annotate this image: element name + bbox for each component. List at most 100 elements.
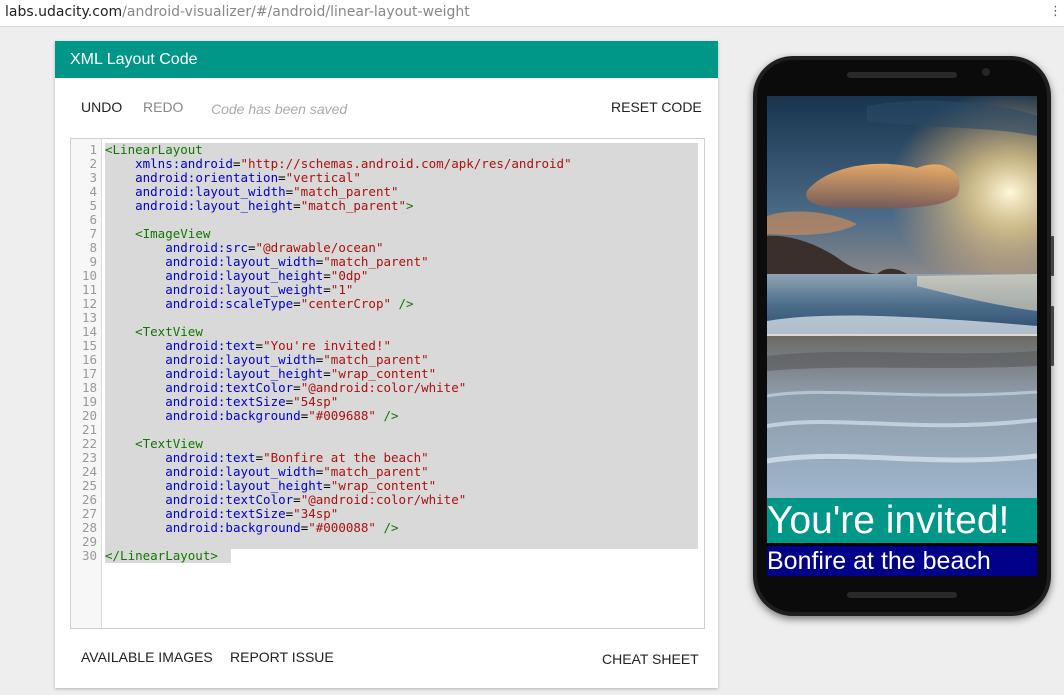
report-issue-button[interactable]: REPORT ISSUE	[230, 648, 334, 666]
code-token: =	[248, 240, 256, 255]
code-token: =	[293, 380, 301, 395]
code-token: android:text	[165, 338, 256, 353]
code-token: =	[293, 198, 301, 213]
line-number: 2	[89, 156, 97, 171]
line-number: 11	[81, 282, 97, 297]
line-number: 12	[81, 296, 97, 311]
code-line: android:background="#009688" />	[105, 408, 398, 423]
line-number: 18	[81, 380, 97, 395]
code-token: "wrap_content"	[330, 478, 437, 493]
line-number: 22	[81, 436, 97, 451]
line-number: 3	[89, 170, 97, 185]
line-number: 17	[81, 366, 97, 381]
code-line: android:layout_height="match_parent">	[105, 198, 413, 213]
line-number: 30	[81, 548, 97, 563]
code-token: android:layout_height	[165, 268, 324, 283]
front-camera	[982, 68, 990, 76]
volume-button	[1051, 306, 1054, 366]
code-token: "#000088"	[308, 520, 376, 535]
code-line: xmlns:android="http://schemas.android.co…	[105, 157, 572, 171]
code-token: android:layout_height	[165, 478, 324, 493]
code-token: "match_parent"	[323, 254, 429, 269]
line-number: 25	[81, 478, 97, 493]
phone-preview: You're invited! Bonfire at the beach	[753, 56, 1054, 616]
power-button	[1051, 236, 1054, 276]
address-url[interactable]: labs.udacity.com/android-visualizer/#/an…	[5, 0, 470, 24]
line-number: 5	[89, 198, 97, 213]
code-token: android:background	[165, 408, 301, 423]
code-token: =	[323, 366, 331, 381]
code-token: =	[293, 492, 301, 507]
code-token: =	[255, 450, 264, 465]
code-token: <TextView	[135, 324, 203, 339]
code-line: android:text="You're invited!"	[105, 339, 391, 353]
reset-code-button[interactable]: RESET CODE	[611, 98, 702, 116]
code-line: android:layout_height="0dp"	[105, 269, 368, 283]
code-editor[interactable]: 1 2 3 4 5 6 7 8 9 10 11 12 13 14 15 16 17 18 19 20 21 22 23 24 2…	[70, 138, 705, 629]
cheat-sheet-button[interactable]: CHEAT SHEET	[602, 650, 699, 668]
browser-address-bar[interactable]: labs.udacity.com/android-visualizer/#/an…	[0, 0, 1064, 27]
code-token: android:layout_width	[135, 184, 286, 199]
line-number-gutter: 1 2 3 4 5 6 7 8 9 10 11 12 13 14 15 16 17 18 19 20 21 22 23 24 2…	[71, 139, 102, 628]
code-token: "34sp"	[293, 506, 339, 521]
code-token: "match_parent"	[323, 464, 429, 479]
code-token: android:layout_weight	[165, 282, 324, 297]
code-token: android:textColor	[165, 492, 294, 507]
line-number: 21	[81, 422, 97, 437]
code-token: "vertical"	[285, 170, 361, 185]
xml-editor-card: XML Layout Code UNDO REDO Code has been …	[55, 41, 718, 688]
url-path: /android-visualizer/#/android/linear-lay…	[122, 4, 470, 20]
line-number: 29	[81, 534, 97, 549]
browser-menu-icon[interactable]: ⋮	[1049, 0, 1062, 24]
redo-button[interactable]: REDO	[143, 98, 183, 116]
code-line: </LinearLayout>	[105, 549, 218, 563]
bottom-speaker	[847, 592, 957, 598]
code-line: android:layout_weight="1"	[105, 283, 353, 297]
code-token: <TextView	[135, 436, 203, 451]
code-token: "@drawable/ocean"	[255, 240, 384, 255]
code-token: "Bonfire at the beach"	[263, 450, 429, 465]
line-number: 14	[81, 324, 97, 339]
code-token: android:textSize	[165, 506, 286, 521]
line-number: 27	[81, 506, 97, 521]
code-token: android:textSize	[165, 394, 286, 409]
code-token: <ImageView	[135, 226, 211, 241]
code-line: android:layout_width="match_parent"	[105, 184, 398, 199]
line-number: 15	[81, 338, 97, 353]
code-line: android:background="#000088" />	[105, 520, 398, 535]
code-token: />	[398, 296, 414, 311]
code-token: <LinearLayout	[105, 142, 203, 157]
code-token: "0dp"	[330, 268, 369, 283]
line-number: 1	[89, 142, 97, 157]
code-line: <TextView	[105, 437, 203, 451]
undo-button[interactable]: UNDO	[81, 98, 122, 116]
code-line: <LinearLayout	[105, 143, 203, 157]
line-number: 13	[81, 310, 97, 325]
code-token: android:layout_width	[165, 464, 316, 479]
code-line: android:textColor="@android:color/white"	[105, 493, 466, 507]
available-images-button[interactable]: AVAILABLE IMAGES	[81, 648, 213, 666]
code-token: "54sp"	[293, 394, 339, 409]
code-token: android:layout_width	[165, 254, 316, 269]
code-token: "1"	[330, 282, 354, 297]
code-token: android:src	[165, 240, 249, 255]
line-number: 19	[81, 394, 97, 409]
line-number: 8	[89, 240, 97, 255]
